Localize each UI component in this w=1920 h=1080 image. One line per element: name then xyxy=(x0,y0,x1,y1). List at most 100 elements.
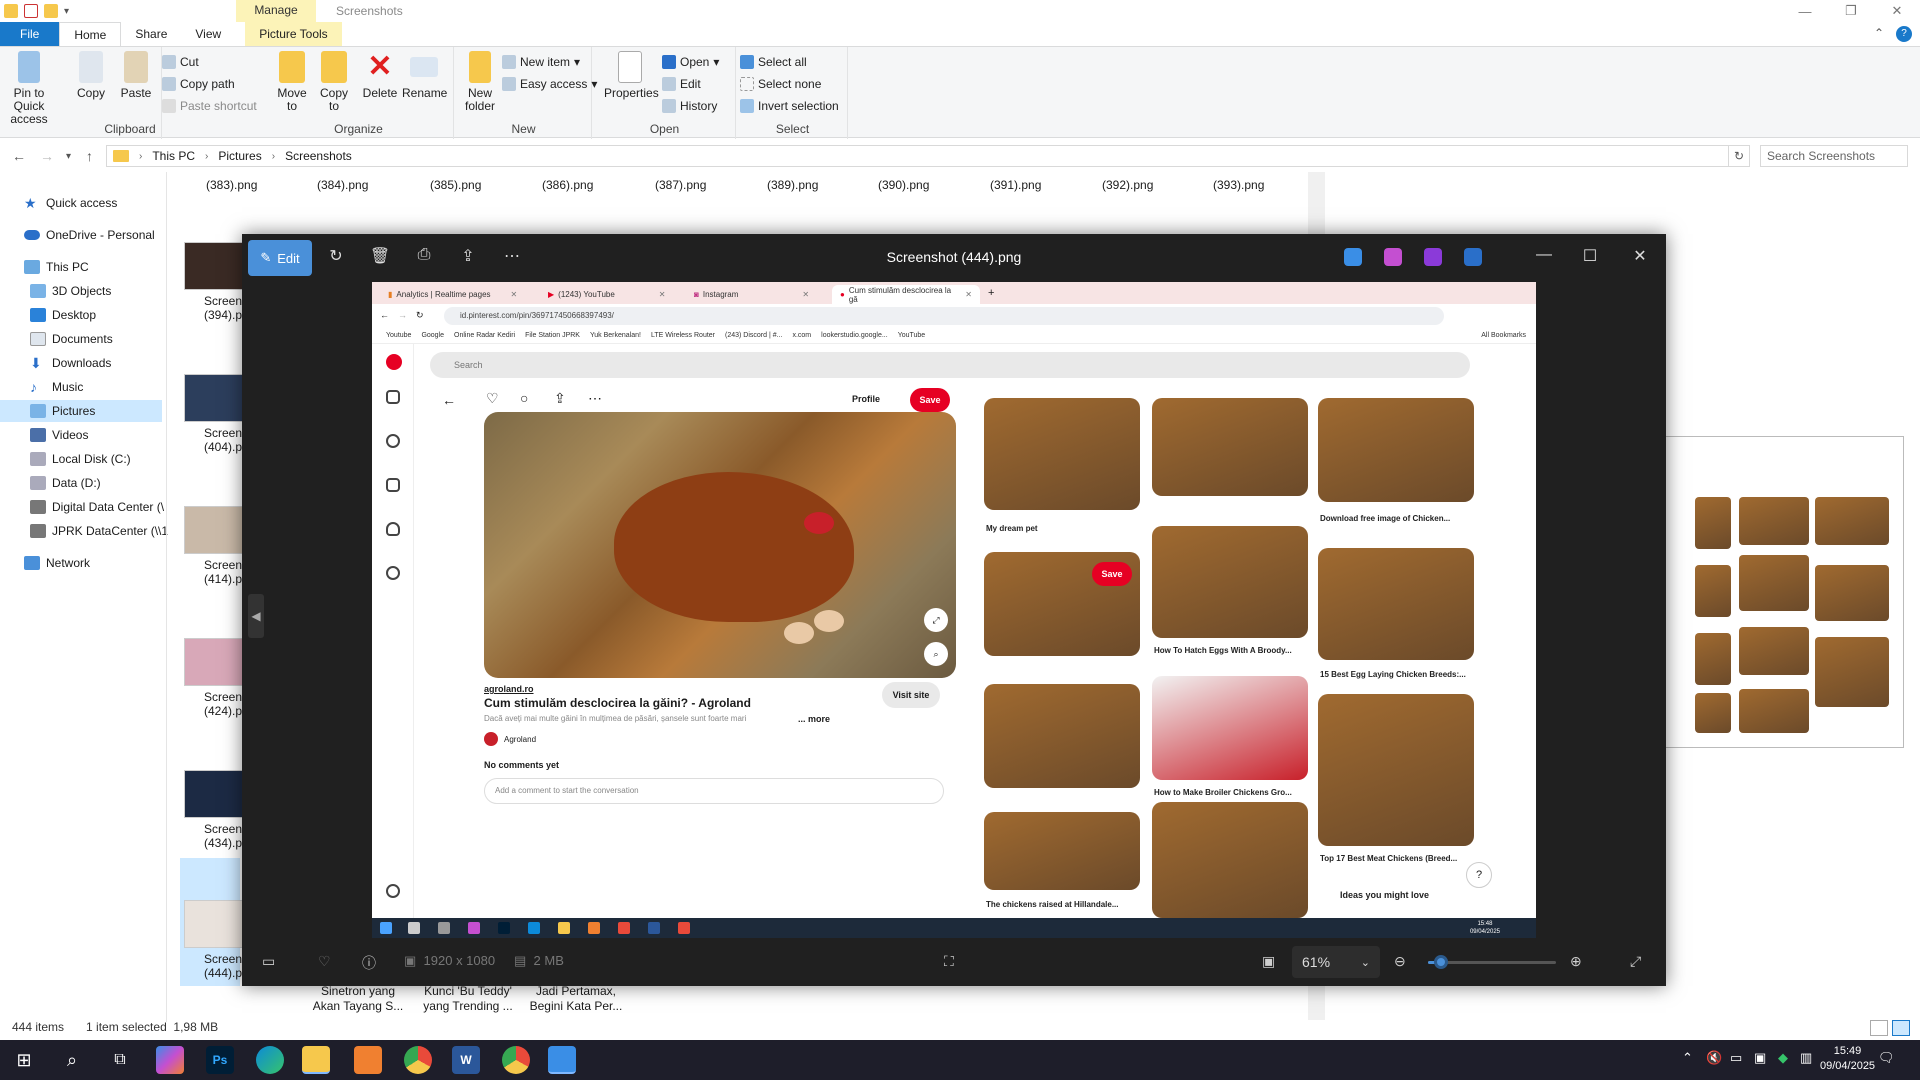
file-item[interactable]: (387).png xyxy=(655,178,706,192)
file-item[interactable]: (393).png xyxy=(1213,178,1264,192)
nav-data-d[interactable]: Data (D:) xyxy=(30,472,101,494)
onedrive-icon[interactable] xyxy=(1464,248,1482,266)
file-explorer-icon[interactable] xyxy=(302,1046,330,1074)
file-item[interactable]: (385).png xyxy=(430,178,481,192)
app-icon[interactable] xyxy=(354,1046,382,1074)
security-icon[interactable]: ◆ xyxy=(1778,1050,1788,1066)
file-item[interactable]: (386).png xyxy=(542,178,593,192)
copilot-icon[interactable] xyxy=(156,1046,184,1074)
back-arrow-icon[interactable]: ← xyxy=(12,148,26,164)
notifications-icon[interactable]: 🗨 xyxy=(1878,1050,1895,1066)
file-thumbnail[interactable] xyxy=(184,638,244,686)
filmstrip-icon[interactable]: ▭ xyxy=(262,953,275,970)
close-icon[interactable]: ✕ xyxy=(1628,246,1652,266)
nav-downloads[interactable]: ⬇ Downloads xyxy=(30,352,111,374)
pin-quick-access-button[interactable]: Pin to Quick access xyxy=(6,51,52,126)
file-item[interactable]: (383).png xyxy=(206,178,257,192)
new-item-button[interactable]: New item ▾ xyxy=(502,53,580,71)
cut-button[interactable]: Cut xyxy=(162,53,199,71)
properties-icon[interactable] xyxy=(24,4,38,18)
file-thumbnail[interactable] xyxy=(184,506,244,554)
nav-jprk-datacenter[interactable]: JPRK DataCenter (\\1 xyxy=(30,520,168,542)
new-folder-button[interactable]: New folder xyxy=(460,51,500,113)
nav-network[interactable]: Network xyxy=(24,552,90,574)
nav-quick-access[interactable]: ★ Quick access xyxy=(24,192,117,214)
copy-button[interactable]: Copy xyxy=(76,51,106,100)
monitor-icon[interactable]: ▣ xyxy=(1754,1050,1766,1066)
zoom-dropdown[interactable]: 61% ⌄ xyxy=(1292,946,1380,978)
select-none-button[interactable]: Select none xyxy=(740,75,821,93)
nav-documents[interactable]: Documents xyxy=(30,328,113,350)
nav-pictures[interactable]: Pictures xyxy=(0,400,162,422)
open-button[interactable]: Open ▾ xyxy=(662,53,719,71)
zoom-out-icon[interactable]: ⊖ xyxy=(1394,953,1406,970)
breadcrumb-this-pc[interactable]: This PC xyxy=(152,149,195,163)
nav-3d-objects[interactable]: 3D Objects xyxy=(30,280,111,302)
file-item[interactable]: (389).png xyxy=(767,178,818,192)
fullscreen-icon[interactable]: ⤢ xyxy=(1630,953,1641,970)
file-item[interactable]: (390).png xyxy=(878,178,929,192)
search-icon[interactable]: ⌕ xyxy=(58,1046,86,1074)
folder-icon[interactable] xyxy=(4,4,18,18)
task-view-icon[interactable]: ⧉ xyxy=(106,1046,134,1074)
start-windows-icon[interactable]: ⊞ xyxy=(10,1046,38,1074)
easy-access-button[interactable]: Easy access ▾ xyxy=(502,75,597,93)
maximize-icon[interactable]: ☐ xyxy=(1578,246,1602,266)
previous-image-icon[interactable]: ◀ xyxy=(248,594,264,638)
collapse-ribbon-icon[interactable]: ⌃ xyxy=(1874,26,1884,42)
file-caption[interactable]: Sinetron yang Akan Tayang S... xyxy=(298,984,418,1014)
delete-button[interactable]: ✕ Delete xyxy=(360,51,400,100)
invert-selection-button[interactable]: Invert selection xyxy=(740,97,839,115)
nav-videos[interactable]: Videos xyxy=(30,424,88,446)
favorite-heart-icon[interactable]: ♡ xyxy=(318,953,331,970)
display-icon[interactable]: ▭ xyxy=(1730,1050,1742,1066)
nav-music[interactable]: ♪ Music xyxy=(30,376,83,398)
rename-button[interactable]: Rename xyxy=(402,51,447,100)
photos-app-icon[interactable] xyxy=(548,1046,576,1074)
edit-button[interactable]: Edit xyxy=(662,75,701,93)
taskbar-clock[interactable]: 15:49 09/04/2025 xyxy=(1820,1044,1875,1074)
tray-chevron-icon[interactable]: ⌃ xyxy=(1682,1050,1693,1066)
zoom-slider-knob[interactable] xyxy=(1433,955,1448,969)
tab-view[interactable]: View xyxy=(181,22,235,46)
nav-onedrive[interactable]: OneDrive - Personal xyxy=(24,224,155,246)
minimize-icon[interactable]: — xyxy=(1532,246,1556,264)
file-item[interactable]: (384).png xyxy=(317,178,368,192)
file-caption[interactable]: Kunci 'Bu Teddy' yang Trending ... xyxy=(408,984,528,1014)
tab-picture-tools[interactable]: Picture Tools xyxy=(245,22,342,46)
mute-icon[interactable]: 🔇 xyxy=(1706,1050,1722,1066)
qat-dropdown-icon[interactable]: ▾ xyxy=(64,6,69,17)
move-to-button[interactable]: Move to xyxy=(272,51,312,113)
refresh-icon[interactable]: ↻ xyxy=(1728,145,1750,167)
paste-button[interactable]: Paste xyxy=(120,51,152,100)
image-editor-icon[interactable] xyxy=(1344,248,1362,266)
paste-shortcut-button[interactable]: Paste shortcut xyxy=(162,97,257,115)
restore-icon[interactable]: ❐ xyxy=(1828,0,1874,22)
fit-to-window-icon[interactable]: ▣ xyxy=(1262,953,1275,970)
tab-file[interactable]: File xyxy=(0,22,60,46)
file-thumbnail[interactable] xyxy=(184,374,244,422)
nav-desktop[interactable]: Desktop xyxy=(30,304,96,326)
chrome-icon[interactable] xyxy=(404,1046,432,1074)
nav-digital-data-center[interactable]: Digital Data Center (\ xyxy=(30,496,164,518)
zoom-in-icon[interactable]: ⊕ xyxy=(1570,953,1582,970)
copilot-icon[interactable] xyxy=(1384,248,1402,266)
zoom-slider[interactable] xyxy=(1428,955,1556,969)
chrome-icon[interactable] xyxy=(502,1046,530,1074)
properties-button[interactable]: Properties xyxy=(604,51,659,100)
copy-path-button[interactable]: Copy path xyxy=(162,75,235,93)
address-bar[interactable]: › This PC › Pictures › Screenshots xyxy=(106,145,1750,167)
nav-scrollbar[interactable] xyxy=(166,172,167,1022)
tab-home[interactable]: Home xyxy=(59,22,122,46)
breadcrumb-pictures[interactable]: Pictures xyxy=(218,149,261,163)
nav-this-pc[interactable]: This PC xyxy=(24,256,89,278)
copy-to-button[interactable]: Copy to xyxy=(314,51,354,113)
info-icon[interactable]: ⓘ xyxy=(362,953,376,973)
recent-locations-icon[interactable]: ▾ xyxy=(66,151,71,162)
crop-icon[interactable]: ⛶ xyxy=(944,953,954,970)
clipchamp-icon[interactable] xyxy=(1424,248,1442,266)
history-button[interactable]: History xyxy=(662,97,717,115)
up-arrow-icon[interactable]: ↑ xyxy=(86,148,93,164)
breadcrumb-screenshots[interactable]: Screenshots xyxy=(285,149,352,163)
file-caption[interactable]: Jadi Pertamax, Begini Kata Per... xyxy=(516,984,636,1014)
